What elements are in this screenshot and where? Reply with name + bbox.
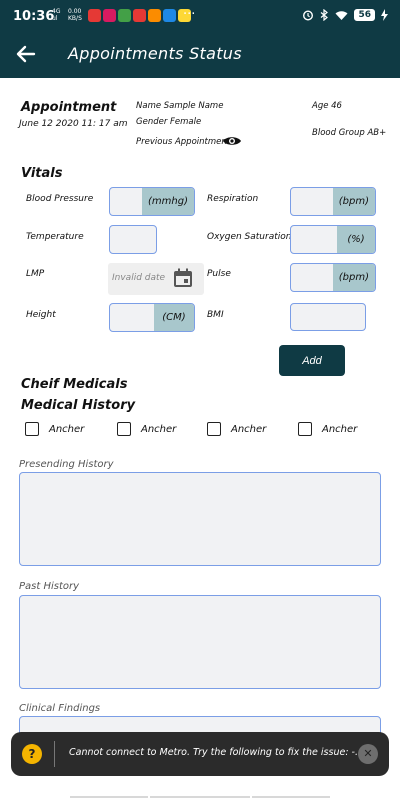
more-notifications-icon: ··· (183, 7, 196, 22)
app-notification-icon (88, 9, 101, 22)
notification-icons (88, 9, 191, 22)
blood-pressure-input[interactable]: (mmhg) (109, 187, 195, 216)
navigation-bar (0, 786, 400, 800)
patient-blood-group: Blood Group AB+ (312, 128, 387, 138)
warning-icon: ? (22, 744, 42, 764)
status-bar: 10:36 4G ul 0.00 KB/S ··· 56 (0, 0, 400, 34)
page-title: Appointments Status (68, 44, 242, 63)
nav-segment (70, 796, 148, 798)
clinical-findings-label: Clinical Findings (19, 703, 101, 714)
appointment-date: June 12 2020 11: 17 am (19, 119, 128, 129)
height-input[interactable]: (CM) (109, 303, 195, 332)
back-arrow-icon[interactable] (14, 42, 38, 66)
medical-history-checkbox[interactable]: Ancher (117, 422, 176, 436)
status-time: 10:36 (13, 9, 55, 24)
temperature-input[interactable] (109, 225, 157, 254)
appointment-heading: Appointment (21, 100, 117, 115)
pulse-input[interactable]: (bpm) (290, 263, 376, 292)
lmp-placeholder: Invalid date (112, 273, 166, 283)
presenting-history-textarea[interactable] (19, 472, 381, 566)
blood-pressure-label: Blood Pressure (26, 194, 94, 204)
checkbox-icon[interactable] (117, 422, 131, 436)
medical-history-heading: Medical History (21, 398, 136, 413)
app-notification-icon (118, 9, 131, 22)
nav-segment (252, 796, 330, 798)
alarm-icon (303, 10, 314, 21)
checkbox-icon[interactable] (207, 422, 221, 436)
wifi-icon (335, 10, 348, 20)
app-notification-icon (163, 9, 176, 22)
respiration-label: Respiration (207, 194, 259, 204)
bmi-label: BMI (207, 310, 224, 320)
patient-name: Name Sample Name (136, 101, 224, 111)
close-icon[interactable]: ✕ (358, 744, 378, 764)
charging-icon (381, 9, 388, 21)
add-button[interactable]: Add (279, 345, 345, 376)
pulse-unit: (bpm) (332, 264, 375, 291)
medical-history-checkbox[interactable]: Ancher (298, 422, 357, 436)
nav-segment (150, 796, 250, 798)
app-notification-icon (148, 9, 161, 22)
app-bar: Appointments Status (0, 34, 400, 78)
checkbox-icon[interactable] (298, 422, 312, 436)
presenting-history-label: Presending History (19, 459, 114, 470)
calendar-icon[interactable] (172, 267, 194, 289)
patient-age: Age 46 (312, 101, 342, 111)
oxygen-saturation-input[interactable]: (%) (290, 225, 376, 254)
lmp-date-picker[interactable]: Invalid date (108, 263, 204, 295)
respiration-unit: (bpm) (332, 188, 375, 215)
respiration-input[interactable]: (bpm) (290, 187, 376, 216)
height-unit: (CM) (154, 304, 194, 331)
checkbox-icon[interactable] (25, 422, 39, 436)
error-toast: ? Cannot connect to Metro. Try the follo… (11, 732, 389, 776)
status-right: 56 (302, 9, 388, 21)
toast-message: Cannot connect to Metro. Try the followi… (69, 747, 365, 758)
medical-history-checkbox[interactable]: Ancher (25, 422, 84, 436)
vitals-heading: Vitals (21, 166, 63, 181)
toast-divider (54, 741, 55, 767)
past-history-label: Past History (19, 581, 80, 592)
lmp-label: LMP (26, 269, 45, 279)
bmi-input[interactable] (290, 303, 366, 331)
medical-history-checkbox[interactable]: Ancher (207, 422, 266, 436)
pulse-label: Pulse (207, 269, 231, 279)
oxygen-saturation-label: Oxygen Saturation (207, 232, 292, 242)
chief-medicals-heading: Cheif Medicals (21, 377, 128, 392)
patient-gender: Gender Female (136, 117, 202, 127)
height-label: Height (26, 310, 56, 320)
eye-icon[interactable] (222, 134, 242, 148)
app-notification-icon (103, 9, 116, 22)
past-history-textarea[interactable] (19, 595, 381, 689)
oxygen-saturation-unit: (%) (337, 226, 375, 253)
app-notification-icon (133, 9, 146, 22)
blood-pressure-unit: (mmhg) (142, 188, 194, 215)
network-speed: 0.00 KB/S (68, 8, 82, 22)
bluetooth-icon (321, 9, 329, 21)
temperature-label: Temperature (26, 232, 84, 242)
previous-appointment-link[interactable]: Previous Appointment (136, 137, 230, 147)
battery-icon: 56 (354, 9, 375, 21)
signal-indicator: 4G ul (52, 8, 61, 22)
